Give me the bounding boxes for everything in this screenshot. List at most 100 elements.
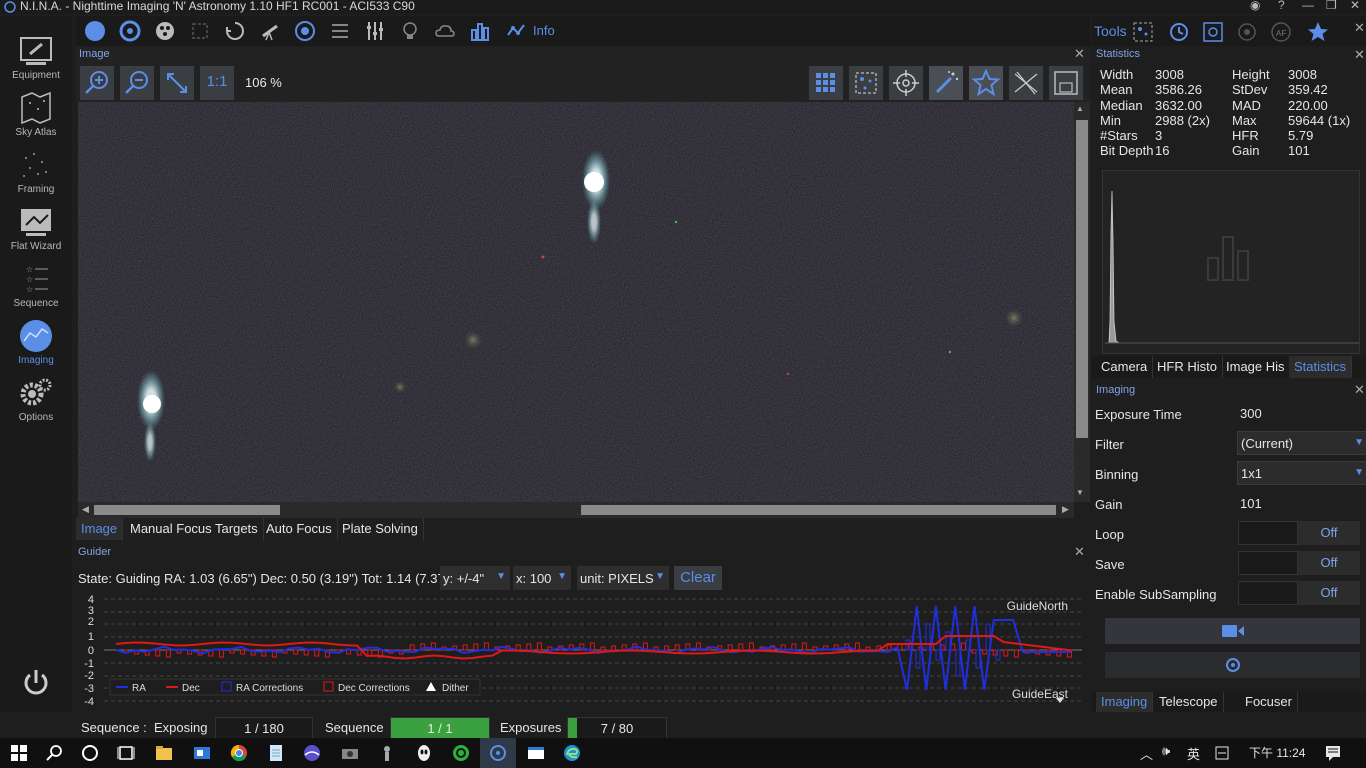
close-imaging-icon[interactable]: ✕ xyxy=(1354,382,1365,398)
gain-input[interactable]: 101 xyxy=(1240,496,1262,511)
bahtinov-button[interactable] xyxy=(1009,66,1043,100)
tab-image-histogram[interactable]: Image His xyxy=(1221,356,1291,378)
polar-alignment-icon[interactable] xyxy=(1236,21,1258,43)
annotate-stars-button[interactable] xyxy=(969,66,1003,100)
tray-chevron-up-icon[interactable]: ︿ xyxy=(1140,744,1153,763)
vertical-scroll-thumb[interactable] xyxy=(1076,120,1088,438)
sidebar-item-framing[interactable]: Framing xyxy=(0,146,72,203)
horizontal-scroll-thumb-left[interactable] xyxy=(94,505,280,515)
unit-dropdown[interactable]: unit: PIXELS ▼ xyxy=(577,566,669,590)
close-tools-icon[interactable]: ✕ xyxy=(1354,20,1365,36)
y-scale-dropdown[interactable]: y: +/-4" ▼ xyxy=(440,566,510,590)
tab-plate-solving[interactable]: Plate Solving xyxy=(337,518,424,540)
volume-icon[interactable]: 🕪 xyxy=(1162,743,1170,759)
filter-dropdown[interactable]: (Current) ▼ xyxy=(1237,431,1366,455)
telescope-icon[interactable] xyxy=(259,20,281,42)
star-favorite-icon[interactable] xyxy=(1306,20,1330,44)
notification-center-icon[interactable] xyxy=(1324,744,1342,762)
tab-telescope[interactable]: Telescope xyxy=(1154,692,1224,712)
tab-hfr-histo[interactable]: HFR Histo xyxy=(1152,356,1223,378)
rotator-icon[interactable] xyxy=(224,20,246,42)
horizontal-scrollbar[interactable]: ◀ ▶ xyxy=(78,502,1074,518)
exposure-time-input[interactable]: 300 xyxy=(1240,406,1262,421)
minimize-button[interactable]: — xyxy=(1302,0,1314,12)
tab-focuser[interactable]: Focuser xyxy=(1240,692,1298,712)
crosshair-button[interactable] xyxy=(889,66,923,100)
taskbar-nina-active[interactable] xyxy=(480,738,516,768)
safety-monitor-chart-icon[interactable] xyxy=(469,20,491,42)
maximize-button[interactable]: ❐ xyxy=(1326,0,1337,12)
outlook-icon[interactable] xyxy=(192,743,212,763)
subsampling-toggle[interactable]: Off xyxy=(1238,581,1360,605)
camera-app-icon[interactable] xyxy=(340,743,360,763)
search-icon[interactable] xyxy=(45,743,65,763)
tab-statistics[interactable]: Statistics xyxy=(1289,356,1353,378)
switch-icon[interactable] xyxy=(364,20,386,42)
sidebar-item-equipment[interactable]: Equipment xyxy=(0,32,72,89)
image-viewer[interactable] xyxy=(78,102,1074,502)
history-icon[interactable] xyxy=(1168,21,1190,43)
tab-camera[interactable]: Camera xyxy=(1096,356,1154,378)
star-detection-button[interactable] xyxy=(849,66,883,100)
auto-stretch-button[interactable] xyxy=(929,66,963,100)
input-method-indicator[interactable]: 英 xyxy=(1187,744,1200,763)
light-bulb-icon[interactable] xyxy=(399,20,421,42)
weather-cloud-icon[interactable] xyxy=(434,20,456,42)
clear-guide-graph-button[interactable]: Clear xyxy=(674,566,722,590)
filter-icon[interactable] xyxy=(154,20,176,42)
notepad-icon[interactable] xyxy=(266,743,286,763)
sidebar-item-sky-atlas[interactable]: Sky Atlas xyxy=(0,89,72,146)
scroll-left-arrow-icon[interactable]: ◀ xyxy=(82,504,89,515)
sidebar-item-imaging[interactable]: Imaging xyxy=(0,317,72,374)
chrome-icon[interactable] xyxy=(229,743,249,763)
close-statistics-icon[interactable]: ✕ xyxy=(1354,47,1365,63)
tab-auto-focus[interactable]: Auto Focus xyxy=(261,518,338,540)
ascom-icon[interactable] xyxy=(377,743,397,763)
tab-imaging[interactable]: Imaging xyxy=(1096,692,1154,712)
scroll-right-arrow-icon[interactable]: ▶ xyxy=(1062,504,1069,515)
camera-icon[interactable] xyxy=(84,20,106,42)
capture-image-button[interactable] xyxy=(1105,618,1360,644)
focuser-icon[interactable] xyxy=(189,20,211,42)
vertical-scrollbar[interactable]: ▲ ▼ xyxy=(1074,102,1090,502)
live-view-button[interactable] xyxy=(1105,652,1360,678)
windows-start-icon[interactable] xyxy=(9,743,29,763)
binning-dropdown[interactable]: 1x1 ▼ xyxy=(1237,461,1366,485)
guider-icon[interactable] xyxy=(294,20,316,42)
info-icon[interactable] xyxy=(506,20,528,42)
scroll-up-arrow-icon[interactable]: ▲ xyxy=(1076,104,1084,113)
focus-targets-icon[interactable] xyxy=(1202,21,1224,43)
fit-to-screen-button[interactable] xyxy=(160,66,194,100)
zoom-out-button[interactable] xyxy=(120,66,154,100)
alien-app-icon[interactable] xyxy=(414,743,434,763)
file-explorer-icon[interactable] xyxy=(154,743,174,763)
loop-toggle[interactable]: Off xyxy=(1238,521,1360,545)
phd2-icon[interactable] xyxy=(451,743,471,763)
stellarium-icon[interactable] xyxy=(302,743,322,763)
power-icon[interactable] xyxy=(22,668,50,698)
task-view-icon[interactable] xyxy=(116,743,136,763)
sidebar-item-flat-wizard[interactable]: Flat Wizard xyxy=(0,203,72,260)
scroll-down-arrow-icon[interactable]: ▼ xyxy=(1076,488,1084,497)
cortana-icon[interactable] xyxy=(80,743,100,763)
filter-wheel-icon[interactable] xyxy=(119,20,141,42)
mosaic-view-button[interactable] xyxy=(809,66,843,100)
close-guider-panel-icon[interactable]: ✕ xyxy=(1074,544,1085,560)
autofocus-icon[interactable]: AF xyxy=(1270,21,1292,43)
crop-button[interactable] xyxy=(1049,66,1083,100)
save-toggle[interactable]: Off xyxy=(1238,551,1360,575)
star-detection-tool-icon[interactable] xyxy=(1132,21,1154,43)
info-label[interactable]: Info xyxy=(533,23,555,38)
zoom-in-button[interactable] xyxy=(80,66,114,100)
tab-image[interactable]: Image xyxy=(76,518,124,540)
zoom-actual-size-button[interactable]: 1:1 xyxy=(200,66,234,100)
edge-icon[interactable] xyxy=(562,743,582,763)
close-image-panel-icon[interactable]: ✕ xyxy=(1074,46,1085,62)
sidebar-item-sequence[interactable]: ☆ ☆ ☆ Sequence xyxy=(0,260,72,317)
eye-icon[interactable]: ◉ xyxy=(1250,0,1260,12)
help-icon[interactable]: ? xyxy=(1278,0,1285,12)
tab-manual-focus-targets[interactable]: Manual Focus Targets xyxy=(125,518,264,540)
sequencer-list-icon[interactable] xyxy=(329,20,351,42)
keyboard-layout-icon[interactable] xyxy=(1214,745,1230,761)
x-scale-dropdown[interactable]: x: 100 ▼ xyxy=(513,566,571,590)
